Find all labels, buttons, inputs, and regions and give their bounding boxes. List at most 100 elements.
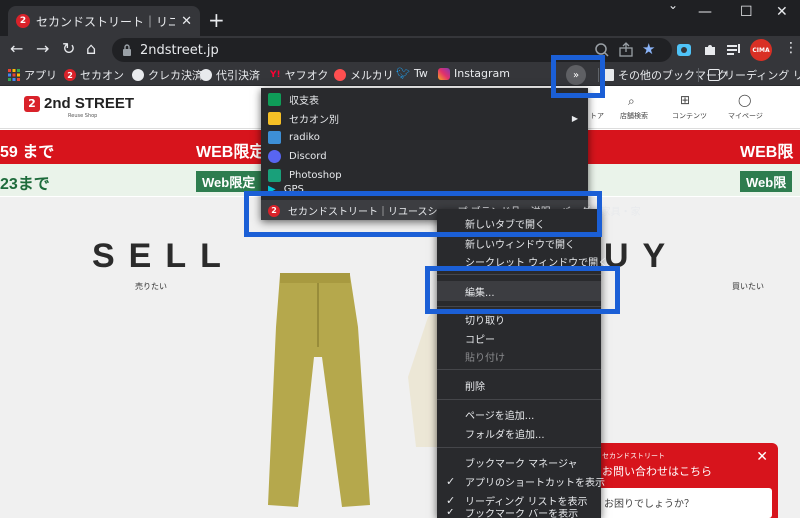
2nd-street-favicon-icon: 2	[16, 14, 30, 28]
bookmark-context-menu: 新しいタブで開く 新しいウィンドウで開く シークレット ウィンドウで開く 編集.…	[437, 209, 608, 518]
apps-grid-icon	[8, 69, 20, 81]
share-icon[interactable]	[618, 42, 634, 58]
lock-icon	[123, 44, 131, 56]
close-window-icon[interactable]: ✕	[776, 4, 788, 20]
globe-icon	[132, 69, 144, 81]
bookmark-label: ヤフオク	[284, 69, 329, 82]
copy-item[interactable]: コピー	[437, 328, 601, 348]
chat-widget[interactable]: セカンドストリート お問い合わせはこちら ✕ お困りでしょうか？	[592, 443, 778, 518]
menu-item-label: Discord	[289, 151, 327, 162]
folder-icon	[268, 112, 281, 125]
delete-item[interactable]: 削除	[437, 375, 601, 395]
tab-search-chevron-icon[interactable]: ⌄	[668, 0, 678, 12]
store-search-icon: ⌕	[628, 94, 635, 108]
bookmark-label: セカオン	[80, 69, 124, 82]
nav-item-store-search[interactable]: 店舗検索	[620, 111, 648, 121]
submenu-arrow-icon: ▶	[571, 114, 578, 123]
home-icon[interactable]: ⌂	[86, 39, 96, 58]
url-text: 2ndstreet.jp	[140, 42, 219, 58]
menu-separator	[437, 369, 601, 370]
banner-text: 23まで	[0, 176, 50, 193]
back-icon[interactable]: ←	[10, 39, 23, 58]
reload-icon[interactable]: ↻	[62, 39, 75, 58]
nav-item-store[interactable]: トア	[590, 111, 604, 121]
site-logo[interactable]: 2 2nd STREET	[24, 95, 134, 112]
bookmark-twitter[interactable]: 🐦︎ Tw	[396, 67, 428, 80]
reading-list-icon[interactable]	[726, 42, 742, 58]
menu-item-label: セカオン別	[289, 115, 339, 126]
minimize-icon[interactable]: —	[698, 4, 712, 20]
menu-separator	[437, 399, 601, 400]
profile-avatar[interactable]: CIMA	[750, 39, 772, 61]
show-bookmark-bar-item[interactable]: ✓ ブックマーク バーを表示	[437, 509, 601, 518]
new-tab-icon[interactable]: +	[208, 8, 225, 32]
nav-item-contents[interactable]: コンテンツ	[672, 111, 707, 121]
sell-heading[interactable]: SELL	[92, 237, 235, 276]
reading-list-icon	[708, 69, 720, 81]
bookmark-star-icon[interactable]: ★	[642, 40, 655, 58]
reading-list-button[interactable]: リーディング リスト	[708, 67, 800, 83]
bookmark-apps[interactable]: アプリ	[8, 67, 57, 83]
extension-camera-icon[interactable]	[676, 42, 692, 58]
add-folder-item[interactable]: フォルダを追加...	[437, 423, 601, 443]
chat-input[interactable]: お困りでしょうか？	[598, 488, 772, 518]
paste-item[interactable]: 貼り付け	[437, 346, 601, 366]
pants-image[interactable]	[258, 267, 378, 517]
logo-subtitle: Reuse Shop	[68, 113, 98, 119]
sell-subheading: 売りたい	[135, 282, 167, 291]
bookmark-separator	[698, 68, 699, 82]
show-apps-shortcut-item[interactable]: ✓ アプリのショートカットを表示	[437, 471, 605, 491]
photoshop-icon	[268, 169, 281, 182]
user-icon: ◯	[738, 93, 752, 107]
menu-item-label: ブックマーク バーを表示	[465, 509, 579, 518]
yahoo-auction-icon: Y!	[270, 70, 281, 80]
forward-icon[interactable]: →	[36, 39, 49, 58]
bookmark-mercari[interactable]: メルカリ	[334, 67, 394, 83]
bookmark-manager-item[interactable]: ブックマーク マネージャ	[437, 452, 601, 472]
2nd-street-icon: 2	[64, 69, 76, 81]
annotation-box-bookmark	[244, 191, 602, 237]
menu-item-label: radiko	[289, 132, 320, 143]
browser-tab[interactable]: 2 セカンドストリート｜リユースショップ ブ ✕	[8, 6, 200, 36]
bookmark-yahoo-auction[interactable]: Y! ヤフオク	[270, 67, 328, 83]
globe-icon	[200, 69, 212, 81]
chat-title: お問い合わせはこちら	[602, 465, 712, 478]
annotation-box-chevron	[551, 55, 605, 98]
bookmark-label: Instagram	[454, 67, 510, 80]
menu-item-label: アプリのショートカットを表示	[465, 477, 605, 489]
buy-subheading: 買いたい	[732, 282, 764, 291]
menu-separator	[437, 447, 601, 448]
bookmark-instagram[interactable]: Instagram	[438, 67, 510, 80]
bookmark-sekaon[interactable]: 2 セカオン	[64, 67, 124, 83]
bookmark-menu-folder[interactable]: セカオン別 ▶	[261, 109, 588, 128]
contents-grid-icon: ⊞	[680, 93, 691, 107]
coat-image[interactable]	[398, 297, 438, 447]
bookmark-label: メルカリ	[350, 69, 394, 82]
tab-close-icon[interactable]: ✕	[181, 14, 192, 29]
banner-tag: Web限定	[196, 171, 262, 192]
twitter-icon: 🐦︎	[396, 67, 410, 80]
menu-item-label: リーディング リストを表示	[465, 496, 588, 508]
menu-item-label: Photoshop	[289, 170, 342, 181]
menu-item-label: 収支表	[289, 96, 319, 107]
checkmark-icon: ✓	[446, 509, 456, 518]
show-reading-list-item[interactable]: ✓ リーディング リストを表示	[437, 490, 601, 510]
bookmark-cod[interactable]: 代引決済	[200, 67, 260, 83]
add-page-item[interactable]: ページを追加...	[437, 404, 601, 424]
maximize-icon[interactable]: ☐	[740, 4, 753, 20]
chat-brand: セカンドストリート	[602, 452, 665, 460]
bookmark-credit-card[interactable]: クレカ決済	[132, 67, 203, 83]
extensions-puzzle-icon[interactable]	[702, 42, 718, 58]
menu-kebab-icon[interactable]: ⋮	[784, 40, 798, 56]
bookmark-menu-item[interactable]: 収支表	[261, 90, 588, 109]
instagram-icon	[438, 67, 450, 80]
banner-text: 59 まで	[0, 144, 55, 161]
tab-strip: 2 セカンドストリート｜リユースショップ ブ ✕ + ⌄ — ☐ ✕	[0, 0, 800, 36]
checkmark-icon: ✓	[446, 474, 456, 488]
sheets-icon	[268, 93, 281, 106]
bookmark-menu-item[interactable]: Discord	[261, 147, 588, 166]
chat-close-icon[interactable]: ✕	[756, 449, 768, 465]
nav-item-mypage[interactable]: マイページ	[728, 111, 763, 121]
bookmark-menu-item[interactable]: radiko	[261, 128, 588, 147]
bookmark-label: Tw	[413, 67, 428, 80]
